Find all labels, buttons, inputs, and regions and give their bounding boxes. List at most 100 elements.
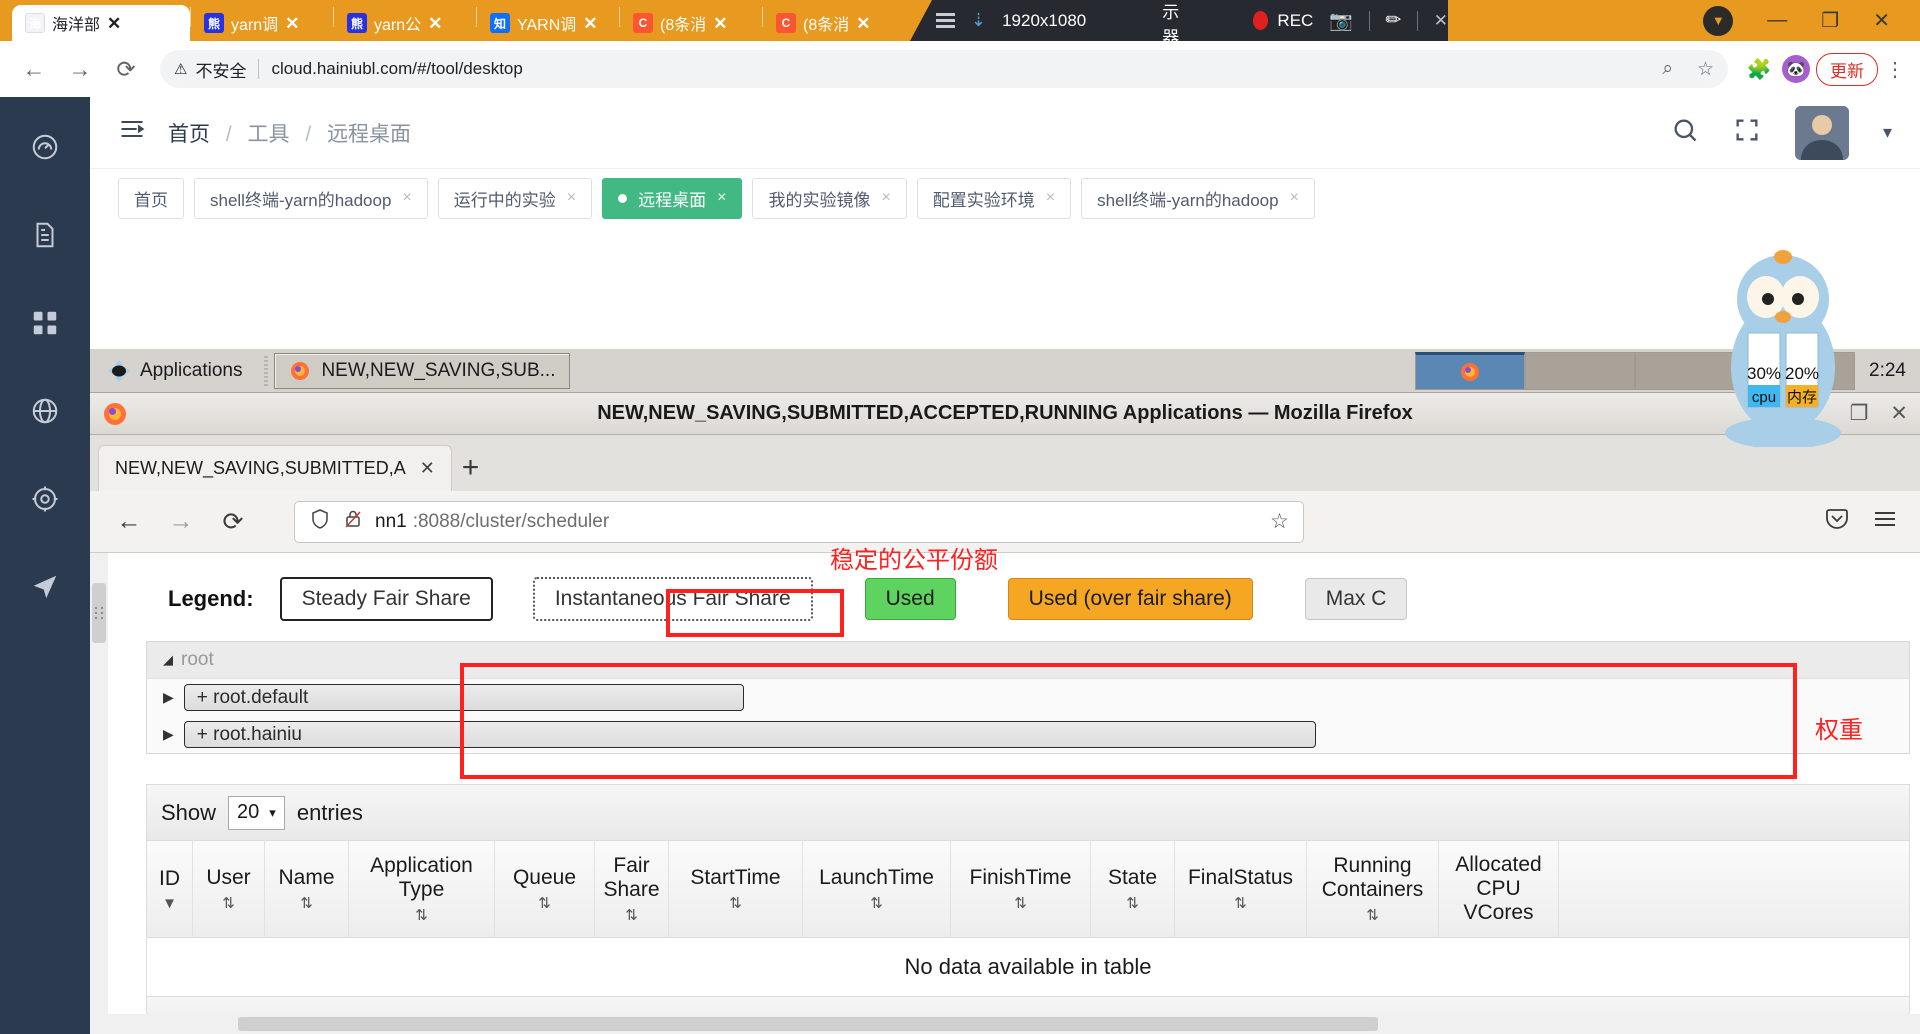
browser-tab-close-icon[interactable]: ✕ <box>285 15 299 32</box>
firefox-new-tab-button[interactable]: + <box>462 451 480 491</box>
column-sort-icon[interactable]: ⇅ <box>1366 906 1379 924</box>
chevron-right-icon[interactable]: ▶ <box>163 726 174 743</box>
breadcrumb-item-2[interactable]: 远程桌面 <box>327 123 411 146</box>
browser-tab-1[interactable]: 熊 yarn调 ✕ <box>191 5 333 41</box>
camera-icon[interactable]: 📷 <box>1329 9 1353 33</box>
legend-steady-fair-share[interactable]: Steady Fair Share <box>279 577 493 621</box>
firefox-back-button[interactable]: ← <box>112 507 146 536</box>
kebab-menu-icon[interactable]: ⋮ <box>1884 57 1906 82</box>
app-tab-home[interactable]: 首页 <box>118 177 184 219</box>
firefox-bookmark-star-icon[interactable]: ☆ <box>1270 509 1289 534</box>
fullscreen-icon[interactable] <box>1733 116 1761 150</box>
page-scroll-grip[interactable] <box>92 583 106 643</box>
column-sort-icon[interactable]: ⇅ <box>222 894 235 912</box>
table-column-header[interactable]: FinalStatus ⇅ <box>1175 841 1307 937</box>
applications-menu-button[interactable]: Applications <box>90 349 258 392</box>
send-icon[interactable] <box>23 565 67 609</box>
update-button[interactable]: 更新 <box>1816 52 1878 86</box>
remote-desktop-viewport[interactable]: Applications NEW,NEW_SAVING,SUB... 2:24 … <box>90 227 1920 1034</box>
chevron-down-icon[interactable]: ◢ <box>163 652 173 668</box>
browser-tab-0[interactable]: 海 海洋部 ✕ <box>12 5 190 41</box>
browser-tab-4[interactable]: C (8条消 ✕ <box>620 5 762 41</box>
close-button[interactable]: ✕ <box>1873 8 1890 33</box>
app-tab-my-images[interactable]: 我的实验镜像 × <box>752 177 907 219</box>
table-column-header[interactable]: StartTime ⇅ <box>669 841 803 937</box>
firefox-tab[interactable]: NEW,NEW_SAVING,SUBMITTED,A ✕ <box>98 445 452 491</box>
app-tab-running-experiments[interactable]: 运行中的实验 × <box>437 177 593 219</box>
breadcrumb-item-0[interactable]: 首页 <box>168 123 210 146</box>
yarn-queue-bar[interactable]: + root.hainiu <box>183 721 1316 748</box>
legend-used[interactable]: Used <box>864 578 956 620</box>
puzzle-icon[interactable]: 🧩 <box>1742 57 1776 82</box>
lock-crossed-icon[interactable] <box>343 508 363 536</box>
entries-per-page-select[interactable]: 20 ▾ <box>228 795 285 830</box>
legend-used-over-fair-share[interactable]: Used (over fair share) <box>1007 578 1253 620</box>
table-column-header[interactable]: Running Containers ⇅ <box>1307 841 1439 937</box>
browser-tab-close-icon[interactable]: ✕ <box>428 15 442 32</box>
maximize-button[interactable]: ❐ <box>1821 8 1839 33</box>
table-column-header[interactable]: Application Type ⇅ <box>349 841 495 937</box>
dashboard-icon[interactable] <box>23 125 67 169</box>
browser-tab-close-icon[interactable]: ✕ <box>107 15 121 32</box>
browser-tab-2[interactable]: 熊 yarn公 ✕ <box>334 5 476 41</box>
app-tab-close-icon[interactable]: × <box>1046 189 1055 207</box>
shield-icon[interactable] <box>309 508 331 536</box>
table-column-header[interactable]: FinishTime ⇅ <box>951 841 1091 937</box>
grid-icon[interactable] <box>23 301 67 345</box>
breadcrumb-item-1[interactable]: 工具 <box>248 123 290 146</box>
column-sort-icon[interactable]: ⇅ <box>625 906 638 924</box>
firefox-tab-close-icon[interactable]: ✕ <box>420 458 435 479</box>
app-tab-configure-env[interactable]: 配置实验环境 × <box>916 177 1072 219</box>
user-avatar[interactable] <box>1794 105 1849 160</box>
star-icon[interactable]: ☆ <box>1697 58 1714 81</box>
app-tab-shell-2[interactable]: shell终端-yarn的hadoop × <box>1081 177 1315 219</box>
browser-tab-5[interactable]: C (8条消 ✕ <box>763 5 905 41</box>
column-sort-icon[interactable]: ⇅ <box>870 894 883 912</box>
firefox-reload-button[interactable]: ⟳ <box>216 507 250 537</box>
chevron-right-icon[interactable]: ▶ <box>163 689 174 706</box>
column-sort-icon[interactable]: ⇅ <box>1234 894 1247 912</box>
address-bar[interactable]: ⚠ 不安全 cloud.hainiubl.com/#/tool/desktop … <box>160 50 1728 88</box>
app-tab-remote-desktop[interactable]: 远程桌面 × <box>602 177 743 219</box>
table-column-header[interactable]: LaunchTime ⇅ <box>803 841 951 937</box>
app-tab-close-icon[interactable]: × <box>1290 189 1299 207</box>
table-column-header[interactable]: Allocated CPU VCores <box>1439 841 1559 937</box>
table-column-header[interactable]: ID ▼ <box>147 841 193 937</box>
browser-tab-close-icon[interactable]: ✕ <box>856 15 870 32</box>
yarn-queue-bar[interactable]: + root.default <box>183 684 744 711</box>
column-sort-icon[interactable]: ⇅ <box>538 894 551 912</box>
table-column-header[interactable]: Fair Share ⇅ <box>595 841 669 937</box>
browser-tab-3[interactable]: 知 YARN调 ✕ <box>477 5 619 41</box>
minimize-button[interactable]: — <box>1767 9 1787 32</box>
column-sort-icon[interactable]: ⇅ <box>415 906 428 924</box>
workspace-1[interactable] <box>1415 351 1526 390</box>
app-tab-close-icon[interactable]: × <box>717 189 726 207</box>
avatar-panda-icon[interactable]: 🐼 <box>1782 55 1810 83</box>
yarn-queue-root-default[interactable]: ▶ + root.default <box>147 679 1909 716</box>
table-column-header[interactable]: Queue ⇅ <box>495 841 595 937</box>
horizontal-scroll-grip[interactable] <box>238 1017 1378 1031</box>
page-scroll-rail[interactable] <box>90 553 108 1034</box>
legend-instantaneous-fair-share[interactable]: Instantaneous Fair Share <box>532 577 813 621</box>
hamburger-icon[interactable] <box>936 13 955 28</box>
column-sort-icon[interactable]: ⇅ <box>1126 894 1139 912</box>
back-button[interactable]: ← <box>14 49 54 89</box>
app-tab-close-icon[interactable]: × <box>567 189 576 207</box>
yarn-queue-root[interactable]: ◢ root <box>147 642 1909 679</box>
firefox-title-bar[interactable]: NEW,NEW_SAVING,SUBMITTED,ACCEPTED,RUNNIN… <box>90 393 1920 435</box>
column-sort-icon[interactable]: ▼ <box>162 895 177 912</box>
pocket-icon[interactable] <box>1824 506 1850 538</box>
column-sort-icon[interactable]: ⇅ <box>300 894 313 912</box>
legend-max-capacity[interactable]: Max C <box>1304 578 1408 620</box>
pen-icon[interactable]: ✏ <box>1385 9 1401 32</box>
document-icon[interactable] <box>23 213 67 257</box>
desktop-mascot-widget[interactable]: 30% 20% cpu 内存 <box>1708 247 1858 449</box>
browser-tab-close-icon[interactable]: ✕ <box>713 15 727 32</box>
table-column-header[interactable]: User ⇅ <box>193 841 265 937</box>
forward-button[interactable]: → <box>60 49 100 89</box>
table-column-header[interactable]: State ⇅ <box>1091 841 1175 937</box>
reload-button[interactable]: ⟳ <box>106 49 146 89</box>
app-tab-close-icon[interactable]: × <box>881 189 890 207</box>
zoom-search-icon[interactable]: ⌕ <box>1662 58 1673 80</box>
pin-icon[interactable]: ⇣ <box>971 10 986 31</box>
